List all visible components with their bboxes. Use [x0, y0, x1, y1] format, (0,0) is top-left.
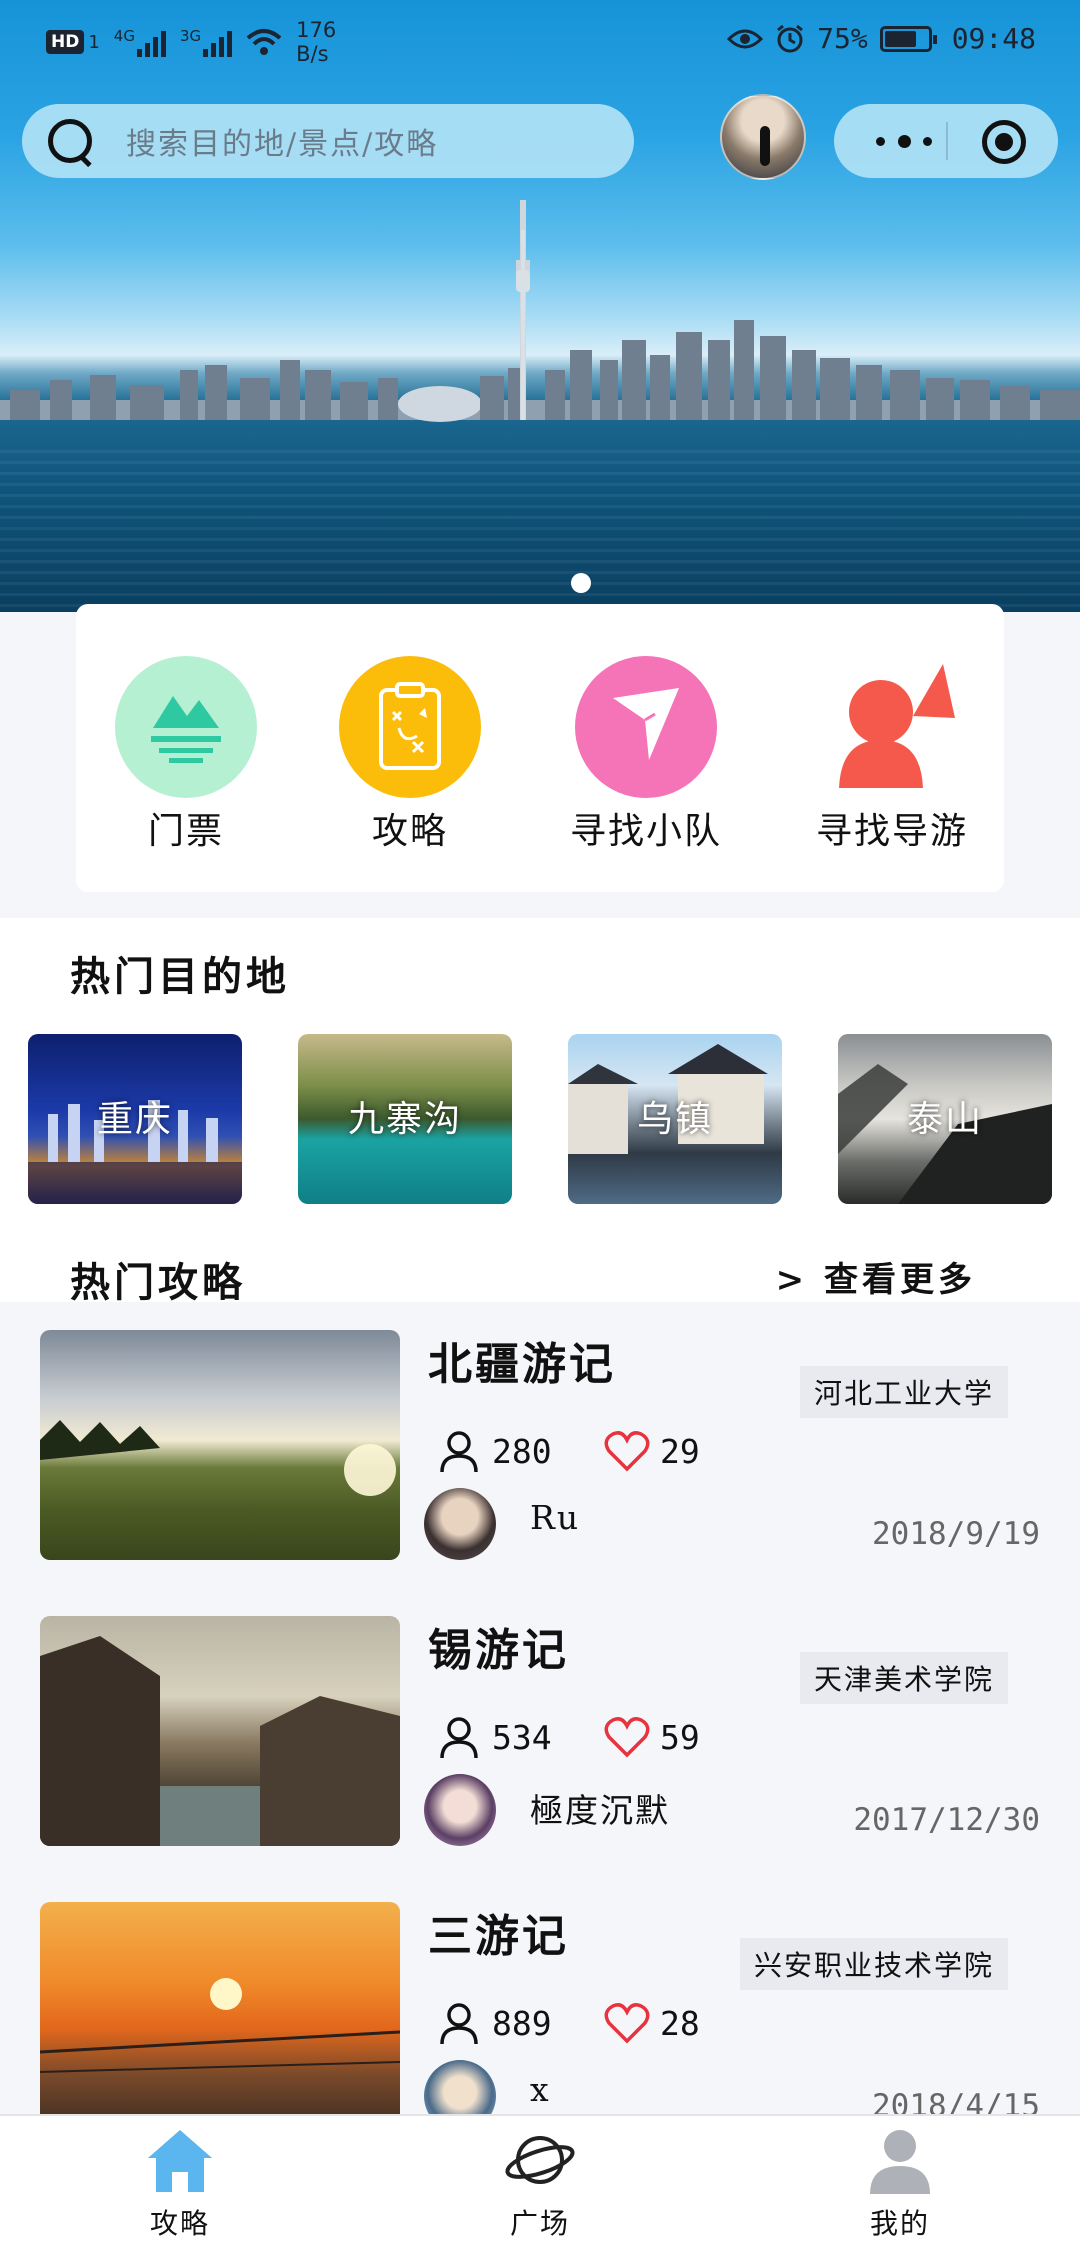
user-icon — [870, 2130, 930, 2194]
destination-card[interactable]: 泰山 — [838, 1034, 1052, 1204]
author-name: Ru — [530, 1498, 581, 1537]
guide-thumbnail — [40, 1330, 400, 1560]
clock-time: 09:48 — [951, 22, 1036, 55]
views-user-icon — [440, 1717, 478, 1759]
author-name: 極度沉默 — [530, 1791, 670, 1830]
status-bar: HD 1 4G 3G 176 B/s 75% 09:48 — [0, 0, 1080, 88]
wifi-icon — [246, 29, 282, 55]
sim-number: 1 — [88, 31, 100, 53]
mountain-ticket-icon — [115, 656, 257, 798]
city-skyline-image — [0, 200, 1080, 422]
like-count: 29 — [660, 1431, 700, 1471]
author-avatar[interactable] — [424, 2060, 496, 2114]
more-options-icon[interactable] — [876, 128, 932, 154]
network-speed: 176 B/s — [296, 18, 337, 66]
destination-name: 泰山 — [906, 1099, 983, 1140]
hot-destinations-title: 热门目的地 — [70, 953, 290, 1000]
publish-date: 2018/4/15 — [872, 2088, 1040, 2114]
destination-name: 重庆 — [96, 1099, 173, 1140]
heart-icon[interactable] — [604, 1716, 650, 1758]
guide-item[interactable]: 三游记 兴安职业技术学院 889 28 x 2018/4/15 — [0, 1874, 1080, 2114]
author-avatar[interactable] — [424, 1488, 496, 1560]
search-bar[interactable]: 搜索目的地/景点/攻略 — [22, 104, 634, 178]
planet-icon — [505, 2136, 575, 2184]
search-icon — [44, 115, 96, 167]
battery-percent: 75% — [817, 22, 868, 55]
entry-find-team-label: 寻找小队 — [569, 811, 722, 852]
entry-find-guide-label: 寻找导游 — [815, 811, 968, 852]
school-tag: 兴安职业技术学院 — [739, 1938, 1008, 1990]
tab-mine[interactable]: 我的 — [810, 2124, 990, 2242]
search-placeholder: 搜索目的地/景点/攻略 — [126, 127, 439, 162]
guide-title: 三游记 — [428, 1911, 569, 1962]
entry-find-team[interactable]: 寻找小队 — [546, 656, 746, 854]
entry-guides-label: 攻略 — [371, 811, 448, 852]
destination-name: 乌镇 — [636, 1099, 713, 1140]
swiper-indicator-dot — [571, 573, 591, 593]
view-count: 280 — [492, 1431, 552, 1471]
author-name: x — [530, 2070, 551, 2109]
close-miniprogram-icon[interactable] — [982, 120, 1026, 164]
tab-mine-label: 我的 — [869, 2207, 930, 2240]
entry-tickets[interactable]: 门票 — [86, 656, 286, 854]
hot-destinations-section: 热门目的地 重庆 九寨沟 乌镇 泰山 热门攻略 > 查看更多 — [0, 918, 1080, 1306]
clipboard-strategy-icon — [339, 656, 481, 798]
destination-name: 九寨沟 — [347, 1099, 462, 1140]
entry-tickets-label: 门票 — [147, 811, 224, 852]
signal-3g-icon: 3G — [180, 27, 233, 57]
home-icon — [148, 2130, 212, 2192]
destination-card[interactable]: 九寨沟 — [298, 1034, 512, 1204]
heart-icon[interactable] — [604, 2002, 650, 2044]
view-more-link[interactable]: > 查看更多 — [776, 1252, 976, 1301]
destination-card[interactable]: 重庆 — [28, 1034, 242, 1204]
school-tag: 河北工业大学 — [799, 1366, 1008, 1418]
entry-guides[interactable]: 攻略 — [310, 656, 510, 854]
view-count: 889 — [492, 2003, 552, 2043]
views-user-icon — [440, 2003, 478, 2045]
author-avatar[interactable] — [424, 1774, 496, 1846]
publish-date: 2018/9/19 — [872, 1516, 1040, 1552]
team-flag-icon — [575, 656, 717, 798]
hot-guides-title: 热门攻略 — [70, 1259, 246, 1306]
hot-guides-list: 北疆游记 河北工业大学 280 29 Ru 2018/9/19 锡游记 天津美术… — [0, 1302, 1080, 2114]
guide-item[interactable]: 锡游记 天津美术学院 534 59 極度沉默 2017/12/30 — [0, 1588, 1080, 1874]
tab-guides-label: 攻略 — [149, 2207, 210, 2240]
guide-title: 锡游记 — [428, 1625, 569, 1676]
guide-thumbnail — [40, 1616, 400, 1846]
publish-date: 2017/12/30 — [853, 1802, 1040, 1838]
views-user-icon — [440, 1431, 478, 1473]
eye-icon — [727, 29, 764, 48]
entry-find-guide[interactable]: 寻找导游 — [792, 656, 992, 854]
guide-person-icon — [821, 656, 963, 798]
tab-square[interactable]: 广场 — [450, 2124, 630, 2242]
signal-4g-icon: 4G — [114, 27, 166, 57]
like-count: 59 — [660, 1717, 700, 1757]
capsule-divider — [946, 122, 948, 160]
tab-guides[interactable]: 攻略 — [90, 2124, 270, 2242]
heart-icon[interactable] — [604, 1430, 650, 1472]
guide-thumbnail — [40, 1902, 400, 2114]
guide-title: 北疆游记 — [428, 1339, 616, 1390]
lake-water — [0, 450, 1080, 612]
school-tag: 天津美术学院 — [799, 1652, 1008, 1704]
destination-card[interactable]: 乌镇 — [568, 1034, 782, 1204]
hd-badge: HD — [46, 30, 85, 54]
alarm-icon — [777, 24, 804, 52]
banner-swiper[interactable]: HD 1 4G 3G 176 B/s 75% 09:48 搜索目的地/景点/攻略 — [0, 0, 1080, 612]
miniprogram-capsule — [834, 104, 1058, 178]
view-count: 534 — [492, 1717, 552, 1757]
battery-icon — [879, 25, 937, 52]
tab-square-label: 广场 — [509, 2207, 570, 2240]
guide-item[interactable]: 北疆游记 河北工业大学 280 29 Ru 2018/9/19 — [0, 1302, 1080, 1588]
user-avatar[interactable] — [720, 94, 806, 180]
quick-entry-card: 门票 攻略 寻找小队 寻找导游 — [76, 604, 1004, 892]
like-count: 28 — [660, 2003, 700, 2043]
bottom-tab-bar: 攻略 广场 我的 — [0, 2114, 1080, 2244]
